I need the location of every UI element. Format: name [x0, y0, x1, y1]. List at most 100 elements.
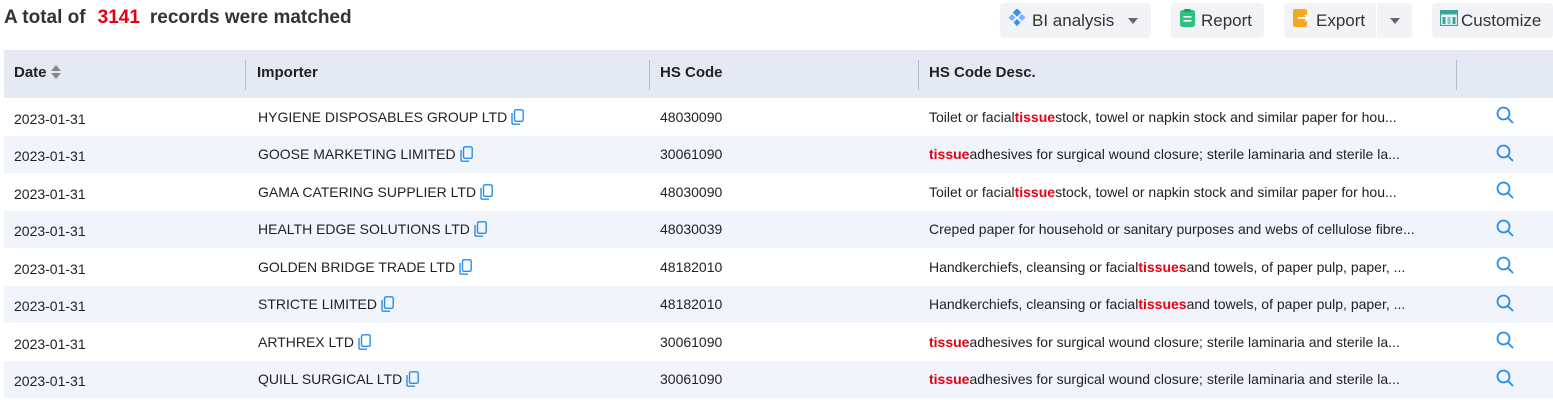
bi-analysis-label: BI analysis [1032, 10, 1115, 30]
cell-hs-code: 30061090 [660, 371, 723, 388]
table-row[interactable]: 2023-01-31 QUILL SURGICAL LTD 30061090 t… [4, 360, 1553, 399]
view-details-button[interactable] [1494, 323, 1516, 361]
column-resize-handle[interactable] [649, 60, 650, 90]
copy-icon[interactable] [381, 296, 394, 313]
copy-icon[interactable] [480, 183, 493, 200]
view-details-button[interactable] [1494, 211, 1516, 249]
search-icon [1496, 219, 1514, 240]
chevron-down-icon [1128, 18, 1138, 24]
column-resize-handle[interactable] [245, 60, 246, 90]
table-row[interactable]: 2023-01-31 HYGIENE DISPOSABLES GROUP LTD… [4, 98, 1553, 136]
records-table: Date Importer HS Code HS Code Desc. 2023… [4, 50, 1553, 398]
cell-hs-desc: tissue adhesives for surgical wound clos… [929, 146, 1400, 163]
export-divider [1376, 3, 1377, 38]
summary-suffix: records were matched [149, 7, 352, 28]
view-details-button[interactable] [1494, 173, 1516, 211]
cell-hs-desc: Toilet or facial tissue stock, towel or … [929, 183, 1397, 200]
search-icon [1496, 256, 1514, 277]
table-row[interactable]: 2023-01-31 STRICTE LIMITED 48182010 Hand… [4, 285, 1553, 324]
importer-name[interactable]: HEALTH EDGE SOLUTIONS LTD [258, 221, 470, 237]
view-details-button[interactable] [1494, 286, 1516, 324]
cell-hs-code: 48182010 [660, 296, 723, 313]
copy-icon[interactable] [459, 258, 472, 275]
table-row[interactable]: 2023-01-31 GAMA CATERING SUPPLIER LTD 48… [4, 173, 1553, 211]
column-resize-handle[interactable] [918, 60, 919, 90]
cell-date: 2023-01-31 [14, 298, 86, 315]
bi-analysis-icon [1008, 8, 1026, 32]
table-row[interactable]: 2023-01-31 HEALTH EDGE SOLUTIONS LTD 480… [4, 210, 1553, 249]
view-details-button[interactable] [1494, 248, 1516, 286]
cell-hs-code: 30061090 [660, 146, 723, 163]
column-header-date-label: Date [14, 64, 47, 81]
cell-importer: STRICTE LIMITED [258, 286, 648, 324]
report-label: Report [1201, 10, 1253, 30]
keyword-highlight: tissue [929, 146, 970, 163]
view-details-button[interactable] [1494, 136, 1516, 174]
table-header: Date Importer HS Code HS Code Desc. [4, 50, 1553, 98]
search-icon [1496, 181, 1514, 202]
results-count: 3141 [97, 7, 140, 28]
search-icon [1496, 331, 1514, 352]
column-resize-handle[interactable] [1456, 60, 1457, 90]
cell-date: 2023-01-31 [14, 223, 86, 240]
importer-name[interactable]: GOLDEN BRIDGE TRADE LTD [258, 259, 455, 275]
bi-analysis-button[interactable]: BI analysis [1000, 3, 1151, 38]
copy-icon[interactable] [474, 221, 487, 238]
cell-importer: ARTHREX LTD [258, 323, 648, 361]
table-body: 2023-01-31 HYGIENE DISPOSABLES GROUP LTD… [4, 98, 1553, 398]
copy-icon[interactable] [459, 146, 473, 163]
customize-icon [1439, 9, 1459, 31]
cell-date: 2023-01-31 [14, 185, 86, 202]
column-header-hs-code: HS Code [660, 64, 723, 81]
export-dropdown-icon[interactable] [1390, 18, 1400, 24]
cell-hs-desc: Handkerchiefs, cleansing or facial tissu… [929, 258, 1406, 275]
cell-hs-desc: Handkerchiefs, cleansing or facial tissu… [929, 296, 1406, 313]
keyword-highlight: tissue [929, 333, 970, 350]
report-button[interactable]: Report [1171, 3, 1264, 38]
cell-date: 2023-01-31 [14, 148, 86, 165]
summary-prefix: A total of [4, 7, 86, 28]
cell-hs-desc: Toilet or facial tissue stock, towel or … [929, 108, 1397, 125]
cell-importer: GOOSE MARKETING LIMITED [258, 136, 648, 174]
copy-icon[interactable] [511, 108, 525, 125]
cell-importer: HYGIENE DISPOSABLES GROUP LTD [258, 98, 648, 136]
top-bar: A total of 3141 records were matched BI an… [0, 0, 1553, 44]
search-icon [1496, 369, 1514, 390]
customize-button[interactable]: Customize [1432, 3, 1553, 38]
importer-name[interactable]: ARTHREX LTD [258, 334, 354, 350]
cell-date: 2023-01-31 [14, 110, 86, 127]
view-details-button[interactable] [1494, 361, 1516, 399]
importer-name[interactable]: HYGIENE DISPOSABLES GROUP LTD [258, 109, 507, 125]
column-header-importer: Importer [257, 64, 318, 81]
importer-name[interactable]: GOOSE MARKETING LIMITED [258, 146, 456, 162]
keyword-highlight: tissue [929, 371, 970, 388]
cell-date: 2023-01-31 [14, 335, 86, 352]
table-row[interactable]: 2023-01-31 GOLDEN BRIDGE TRADE LTD 48182… [4, 248, 1553, 286]
customize-label: Customize [1461, 10, 1542, 30]
keyword-highlight: tissues [1138, 296, 1187, 313]
table-row[interactable]: 2023-01-31 GOOSE MARKETING LIMITED 30061… [4, 135, 1553, 174]
copy-icon[interactable] [358, 333, 371, 350]
cell-hs-code: 30061090 [660, 333, 723, 350]
copy-icon[interactable] [406, 371, 420, 388]
search-icon [1496, 294, 1514, 315]
view-details-button[interactable] [1494, 98, 1516, 136]
cell-importer: GOLDEN BRIDGE TRADE LTD [258, 248, 648, 286]
column-header-date[interactable]: Date [14, 50, 61, 98]
cell-hs-code: 48030090 [660, 108, 723, 125]
column-header-hs-desc: HS Code Desc. [929, 64, 1036, 81]
search-icon [1496, 144, 1514, 165]
report-icon [1180, 9, 1195, 32]
importer-name[interactable]: STRICTE LIMITED [258, 296, 377, 312]
sort-icon[interactable] [50, 65, 61, 80]
export-icon [1293, 9, 1310, 32]
cell-hs-desc: tissue adhesives for surgical wound clos… [929, 371, 1400, 388]
cell-date: 2023-01-31 [14, 260, 86, 277]
cell-hs-code: 48030090 [660, 183, 723, 200]
export-button[interactable]: Export [1284, 3, 1412, 38]
keyword-highlight: tissue [1014, 183, 1056, 200]
importer-name[interactable]: QUILL SURGICAL LTD [258, 371, 402, 387]
cell-date: 2023-01-31 [14, 373, 86, 390]
importer-name[interactable]: GAMA CATERING SUPPLIER LTD [258, 184, 476, 200]
table-row[interactable]: 2023-01-31 ARTHREX LTD 30061090 tissue a… [4, 323, 1553, 361]
